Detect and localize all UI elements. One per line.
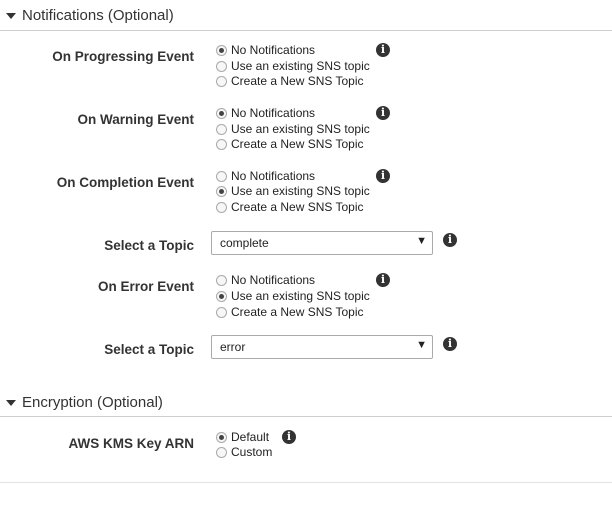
on-warning-event-label: On Warning Event	[77, 112, 194, 127]
on-progressing-event-label: On Progressing Event	[52, 49, 194, 64]
radio-button[interactable]	[216, 124, 227, 135]
error-topic-label: Select a Topic	[104, 342, 194, 357]
section-divider	[0, 482, 612, 483]
on-completion-event-label: On Completion Event	[56, 175, 194, 190]
on-error-event-label: On Error Event	[97, 279, 194, 294]
completion-topic-select[interactable]: complete ▼	[211, 231, 433, 255]
info-icon[interactable]: i	[443, 337, 457, 351]
completion-topic-label: Select a Topic	[104, 238, 194, 253]
radio-button[interactable]	[216, 447, 227, 458]
notifications-section-title: Notifications (Optional)	[22, 7, 174, 24]
info-icon[interactable]: i	[376, 43, 390, 57]
info-icon[interactable]: i	[376, 169, 390, 183]
radio-button-checked[interactable]	[216, 291, 227, 302]
radio-button-checked[interactable]	[216, 432, 227, 443]
radio-button-checked[interactable]	[216, 186, 227, 197]
radio-button-checked[interactable]	[216, 108, 227, 119]
dropdown-arrow-icon: ▼	[416, 339, 427, 351]
radio-button[interactable]	[216, 61, 227, 72]
radio-button[interactable]	[216, 307, 227, 318]
dropdown-arrow-icon: ▼	[416, 235, 427, 247]
radio-button[interactable]	[216, 202, 227, 213]
info-icon[interactable]: i	[443, 233, 457, 247]
encryption-section-header[interactable]: Encryption (Optional)	[0, 387, 612, 417]
radio-button[interactable]	[216, 275, 227, 286]
radio-button[interactable]	[216, 76, 227, 87]
info-icon[interactable]: i	[376, 106, 390, 120]
radio-button[interactable]	[216, 171, 227, 182]
completion-topic-value: complete	[220, 236, 269, 250]
error-topic-value: error	[220, 340, 246, 354]
caret-down-icon	[6, 400, 16, 406]
kms-key-label: AWS KMS Key ARN	[68, 436, 194, 451]
caret-down-icon	[6, 13, 16, 19]
info-icon[interactable]: i	[282, 430, 296, 444]
notifications-section-header[interactable]: Notifications (Optional)	[0, 0, 612, 31]
info-icon[interactable]: i	[376, 273, 390, 287]
encryption-section-title: Encryption (Optional)	[22, 394, 163, 411]
radio-button-checked[interactable]	[216, 45, 227, 56]
radio-button[interactable]	[216, 139, 227, 150]
error-topic-select[interactable]: error ▼	[211, 335, 433, 359]
